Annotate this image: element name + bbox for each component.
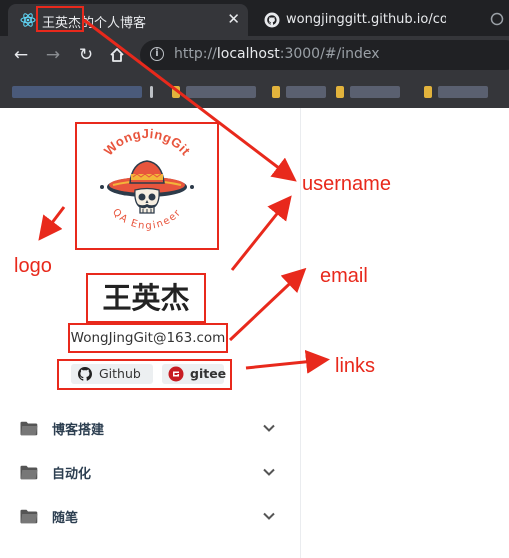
chevron-down-icon[interactable]: [262, 509, 276, 523]
annotation-box-logo: [75, 122, 219, 250]
tab-title: wongjinggitt.github.io/configu: [286, 12, 446, 27]
folder-icon[interactable]: [172, 86, 180, 98]
github-icon: [264, 12, 280, 28]
url-text[interactable]: http://localhost:3000/#/index: [174, 46, 380, 62]
annotation-box-username: [86, 273, 206, 323]
annotation-logo-label: logo: [14, 255, 52, 277]
annotation-box-links: [57, 359, 232, 390]
annotation-email-label: email: [320, 265, 368, 287]
react-icon: [20, 13, 36, 27]
loading-icon[interactable]: [490, 12, 504, 26]
folder-icon: [20, 465, 38, 480]
menu-item-automation[interactable]: 自动化: [0, 451, 300, 495]
close-tab-icon[interactable]: ✕: [227, 10, 240, 28]
reload-icon[interactable]: ↻: [75, 44, 97, 66]
menu-item-blog-setup[interactable]: 博客搭建: [0, 407, 300, 451]
address-bar[interactable]: i http://localhost:3000/#/index: [140, 40, 509, 70]
chevron-down-icon[interactable]: [262, 421, 276, 435]
url-host: localhost: [216, 46, 280, 62]
annotation-links-label: links: [335, 355, 376, 377]
chevron-down-icon[interactable]: [262, 465, 276, 479]
url-prefix: http://: [174, 46, 217, 62]
folder-icon[interactable]: [424, 86, 432, 98]
bookmark-item[interactable]: [186, 86, 256, 98]
annotation-box-tab-title: [36, 6, 84, 32]
back-arrow-icon[interactable]: ←: [10, 44, 32, 66]
bookmark-item[interactable]: [350, 86, 400, 98]
bookmark-item[interactable]: [286, 86, 326, 98]
url-rest: :3000/#/index: [279, 46, 380, 62]
bookmark-item[interactable]: [438, 86, 488, 98]
folder-icon[interactable]: [272, 86, 280, 98]
menu-item-essays[interactable]: 随笔: [0, 495, 300, 539]
site-info-icon[interactable]: i: [150, 47, 164, 61]
folder-icon: [20, 421, 38, 436]
folder-icon: [20, 509, 38, 524]
tab-github-config[interactable]: wongjinggitt.github.io/configu: [252, 4, 462, 36]
folder-icon[interactable]: [336, 86, 344, 98]
bookmark-item[interactable]: [12, 86, 142, 98]
menu-item-label: 自动化: [52, 467, 92, 482]
browser-toolbar: ← → ↻ i http://localhost:3000/#/index: [0, 36, 509, 74]
annotation-box-email: [68, 323, 228, 353]
menu-item-label: 随笔: [52, 511, 79, 526]
menu-item-label: 博客搭建: [52, 423, 105, 438]
forward-arrow-icon[interactable]: →: [42, 44, 64, 66]
home-icon[interactable]: [108, 46, 126, 64]
bookmark-item[interactable]: [150, 86, 153, 98]
annotation-username-label: username: [302, 173, 391, 195]
bookmarks-bar: [0, 74, 509, 108]
